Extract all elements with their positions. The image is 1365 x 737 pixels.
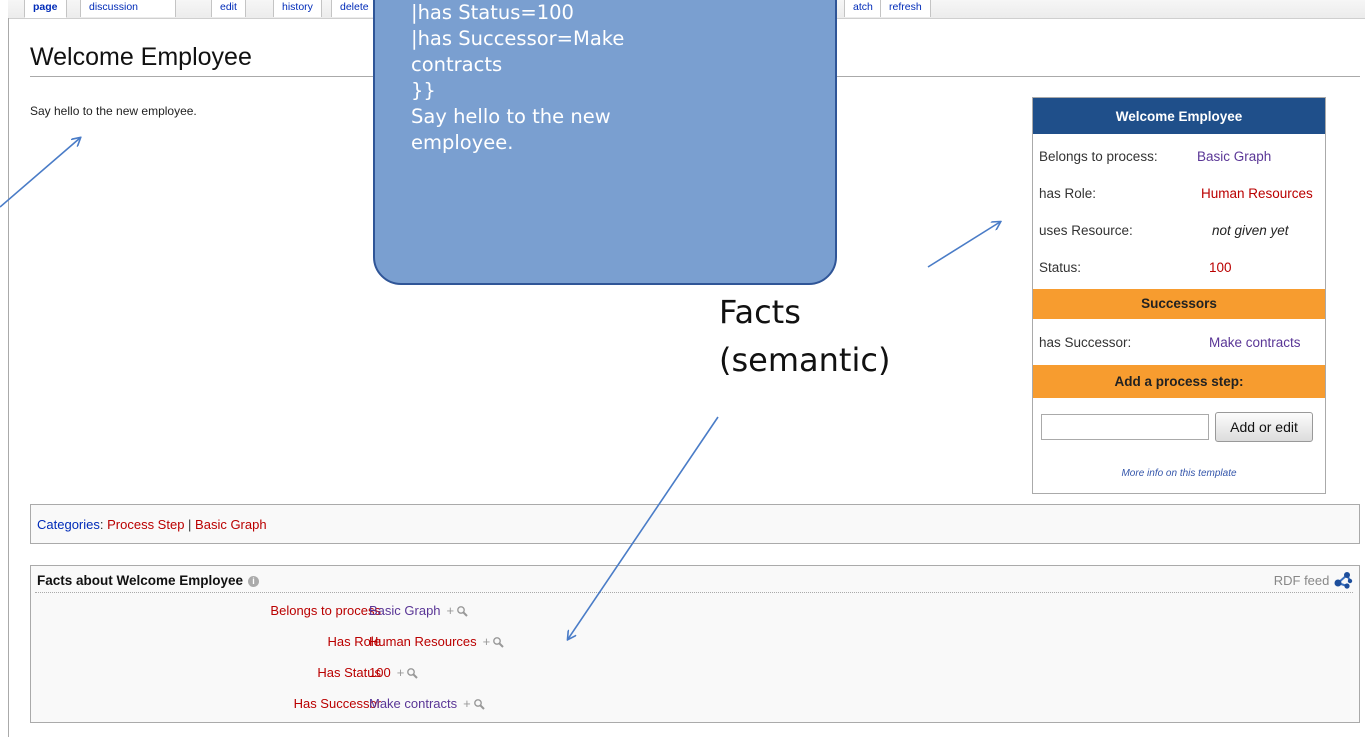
magnifier-icon[interactable] [473,698,485,710]
factbox-divider [35,592,1353,593]
tab-edit[interactable]: edit [211,0,246,17]
fact-value-link[interactable]: Make contracts [369,696,457,711]
infobox-key: uses Resource: [1039,223,1133,238]
infobox-value: not given yet [1212,223,1289,238]
categories-bar: Categories: Process Step | Basic Graph [30,504,1360,544]
fact-value: 100 + [369,662,419,684]
add-step-header: Add a process step: [1033,365,1325,398]
magnifier-icon[interactable] [406,667,419,679]
infobox-key: Belongs to process: [1039,149,1158,164]
callout-line: |has Status=100 [411,1,574,24]
template-info-link[interactable]: More info on this template [1033,468,1325,479]
magnifier-icon[interactable] [492,636,504,648]
callout-line: contracts [411,53,503,76]
fact-value-link[interactable]: Human Resources [369,634,477,649]
infobox-row-role: has Role: Human Resources [1039,180,1323,208]
successors-header: Successors [1033,289,1325,319]
tab-history[interactable]: history [273,0,322,17]
tab-delete[interactable]: delete [331,0,378,17]
infobox-value-link[interactable]: Basic Graph [1197,143,1271,171]
callout-line: Say hello to the new [411,105,611,128]
callout-line: |has Successor=Make [411,27,625,50]
wikitext-callout: |has Status=100 |has Successor=Make cont… [373,0,837,285]
info-icon[interactable]: i [248,576,260,587]
fact-value: Human Resources + [369,631,504,653]
semantic-factbox: Facts about Welcome Employee i RDF feed B… [30,565,1360,723]
fact-property-link[interactable]: Has Successor [294,693,381,715]
infobox-row-process: Belongs to process: Basic Graph [1039,143,1323,171]
fact-value-link[interactable]: 100 [369,665,391,680]
page-title: Welcome Employee [30,43,252,71]
tab-discussion[interactable]: discussion [80,0,176,17]
fact-value: Make contracts + [369,693,485,715]
fact-row: Has Status 100 + [31,662,1351,684]
callout-line: }} [411,79,436,102]
fact-row: Has Successor Make contracts + [31,693,1351,715]
tab-watch[interactable]: atch [844,0,882,17]
infobox-key: Status: [1039,260,1082,275]
tab-page[interactable]: page [24,0,67,18]
fact-property-link[interactable]: Belongs to process [270,600,381,622]
page-intro-text: Say hello to the new employee. [30,104,197,118]
browse-plus-link[interactable]: + [397,665,405,680]
category-link[interactable]: Process Step [107,517,184,532]
rdf-feed-label: RDF feed [1273,573,1330,588]
infobox-row-successor: has Successor: Make contracts [1039,329,1323,357]
magnifier-icon[interactable] [456,605,468,617]
infobox-key: has Role: [1039,186,1097,201]
browse-plus-link[interactable]: + [463,696,471,711]
process-step-infobox: Welcome Employee Belongs to process: Bas… [1032,97,1326,494]
fact-value: Basic Graph + [369,600,468,622]
callout-line: employee. [411,131,514,154]
facts-annotation-line2: (semantic) [719,341,891,379]
infobox-title: Welcome Employee [1033,98,1325,134]
infobox-value-link[interactable]: Human Resources [1201,180,1313,208]
add-or-edit-button[interactable]: Add or edit [1215,412,1313,442]
category-link[interactable]: Basic Graph [195,517,267,532]
facts-annotation: Facts (semantic) [719,288,890,384]
categories-label[interactable]: Categories [37,517,100,532]
infobox-value-link[interactable]: 100 [1209,254,1232,282]
rdf-feed-icon [1334,572,1353,589]
add-step-input[interactable] [1041,414,1209,440]
fact-value-link[interactable]: Basic Graph [369,603,441,618]
browse-plus-link[interactable]: + [447,603,455,618]
infobox-row-status: Status: 100 [1039,254,1323,282]
fact-row: Belongs to process Basic Graph + [31,600,1351,622]
rdf-feed-link[interactable]: RDF feed [1274,571,1353,589]
factbox-title: Facts about Welcome Employee i [37,573,260,588]
infobox-value-link[interactable]: Make contracts [1209,329,1301,357]
fact-row: Has Role Human Resources + [31,631,1351,653]
tab-refresh[interactable]: refresh [880,0,931,17]
infobox-row-resource: uses Resource: not given yet [1039,217,1323,245]
factbox-title-text: Facts about Welcome Employee [37,573,244,588]
facts-annotation-line1: Facts [719,293,801,331]
infobox-key: has Successor: [1039,335,1132,350]
browse-plus-link[interactable]: + [483,634,491,649]
